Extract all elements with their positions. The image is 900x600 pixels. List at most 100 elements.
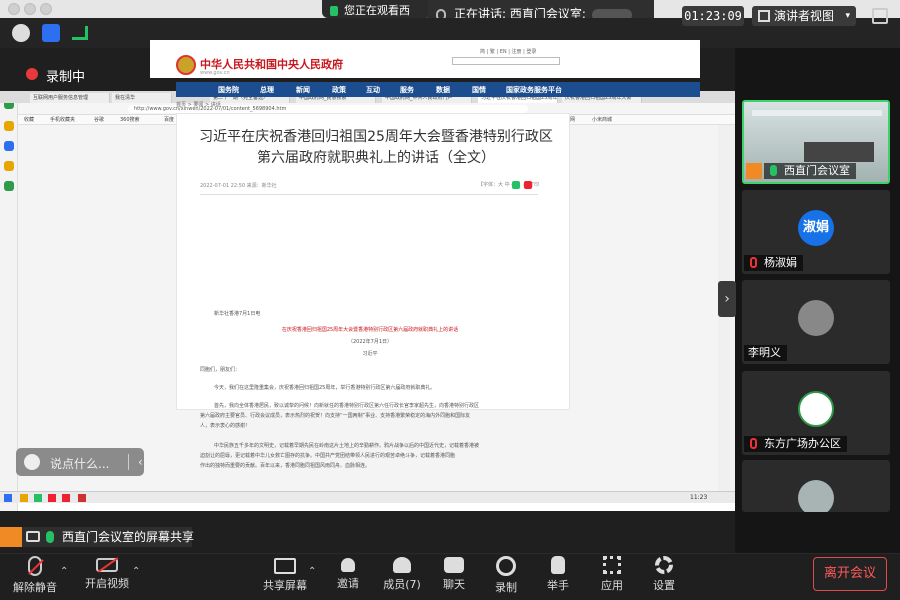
- chat-label: 聊天: [443, 578, 465, 591]
- view-mode-button[interactable]: 演讲者视图 ▾: [752, 6, 856, 26]
- chevron-up-icon[interactable]: ⌃: [308, 566, 316, 577]
- article-title: 习近平在庆祝香港回归祖国25周年大会暨香港特别行政区第六届政府就职典礼上的讲话（…: [199, 129, 553, 166]
- breadcrumb[interactable]: 首页 > 要闻 > 讲话: [176, 101, 221, 108]
- nav-item[interactable]: 国务院: [218, 85, 239, 95]
- article-paragraph: 迫割让的屈辱，更记载着中华儿女救亡图存的抗争。中国共产党团结带领人民进行的艰苦卓…: [200, 453, 456, 459]
- share-screen-button[interactable]: 共享屏幕: [262, 554, 308, 593]
- chevron-left-icon[interactable]: ‹: [138, 455, 143, 469]
- participant-name: 东方广场办公区: [764, 437, 841, 450]
- view-mode-label: 演讲者视图: [774, 9, 835, 23]
- nav-item[interactable]: 国情: [472, 85, 486, 95]
- video-off-icon: [96, 557, 119, 573]
- browser-tab[interactable]: 互联网用户服务信息管理: [30, 93, 110, 103]
- ceiling-light: [752, 110, 882, 116]
- participant-namebar: 西直门会议室: [764, 163, 856, 179]
- mic-on-icon: [46, 531, 54, 543]
- avatar: [798, 391, 834, 427]
- participant-tile[interactable]: 李明义: [742, 280, 890, 364]
- taskbar-clock: 11:23: [690, 494, 708, 501]
- comment-input[interactable]: 说点什么...: [50, 455, 109, 472]
- divider: [128, 454, 129, 470]
- nav-item[interactable]: 服务: [400, 85, 414, 95]
- bookmark-item[interactable]: 小米商城: [592, 116, 612, 123]
- folder-icon[interactable]: [20, 494, 28, 502]
- article-subtitle-date: （2022年7月1日）: [347, 339, 393, 345]
- participant-tile[interactable]: 西直门会议室: [742, 100, 890, 184]
- participant-tile[interactable]: [742, 460, 890, 512]
- participant-name: 李明义: [748, 346, 781, 359]
- browser-tab[interactable]: 我在清华: [112, 93, 172, 103]
- chevron-down-icon: ▾: [845, 11, 850, 21]
- chevron-up-icon[interactable]: ⌃: [132, 566, 140, 577]
- app-icon[interactable]: [4, 181, 14, 191]
- collapse-panel-button[interactable]: ›: [718, 281, 736, 317]
- fullscreen-icon[interactable]: [872, 8, 888, 24]
- participant-namebar: 李明义: [744, 345, 787, 361]
- site-search-input[interactable]: [452, 57, 560, 65]
- signal-strength-icon[interactable]: [72, 26, 88, 40]
- nav-item[interactable]: 总理: [260, 85, 274, 95]
- raise-hand-button[interactable]: 举手: [542, 554, 574, 593]
- site-top-links[interactable]: 简 | 繁 | EN | 注册 | 登录: [480, 48, 536, 55]
- app-icon[interactable]: [62, 494, 70, 502]
- weibo-share-icon[interactable]: [524, 181, 532, 189]
- settings-button[interactable]: 设置: [648, 554, 680, 593]
- watching-indicator: 您正在观看西: [322, 0, 432, 18]
- article-paragraph: 第六届政府主要官员、行政会议成员，表示热烈的祝贺！向支持“一国两制”事业、支持香…: [200, 413, 471, 419]
- shared-taskbar: 11:23: [0, 491, 735, 503]
- comment-box[interactable]: 说点什么... ‹: [16, 448, 144, 476]
- record-dot-icon: [26, 68, 38, 80]
- invite-button[interactable]: 邀请: [330, 554, 366, 591]
- window-zoom-button[interactable]: [40, 3, 52, 15]
- avatar: [0, 527, 22, 547]
- window-minimize-button[interactable]: [24, 3, 36, 15]
- info-icon[interactable]: [12, 24, 30, 42]
- settings-label: 设置: [653, 579, 675, 592]
- sharer-name: 西直门会议室的屏幕共享: [62, 530, 195, 544]
- start-video-button[interactable]: 开启视频: [84, 554, 130, 591]
- unmute-button[interactable]: 解除静音: [12, 554, 58, 595]
- mic-muted-icon: [750, 438, 757, 449]
- leave-meeting-button[interactable]: 离开会议: [813, 557, 887, 591]
- app-icon[interactable]: [78, 494, 86, 502]
- app-icon[interactable]: [4, 141, 14, 151]
- start-icon[interactable]: [4, 494, 12, 502]
- bookmark-item[interactable]: 手机收藏夹: [50, 116, 75, 123]
- bookmark-item[interactable]: 百度: [164, 116, 174, 123]
- security-shield-icon[interactable]: [42, 24, 60, 42]
- apps-button[interactable]: 应用: [596, 554, 628, 593]
- participant-tile[interactable]: 东方广场办公区: [742, 371, 890, 455]
- avatar: [746, 163, 762, 179]
- watching-text: 您正在观看西: [344, 4, 410, 17]
- article-paragraph: 作出的独特而重要的贡献。百年以来，香港同胞同祖国风雨同舟、血脉相连。: [200, 463, 371, 469]
- participant-namebar: 杨淑娟: [744, 255, 803, 271]
- app-icon[interactable]: [48, 494, 56, 502]
- members-button[interactable]: 成员(7): [380, 554, 424, 592]
- record-button[interactable]: 录制: [490, 554, 522, 595]
- participant-tile[interactable]: 淑娟 杨淑娟: [742, 190, 890, 274]
- bookmark-item[interactable]: 收藏: [24, 116, 34, 123]
- chat-button[interactable]: 聊天: [438, 554, 470, 592]
- window-close-button[interactable]: [8, 3, 20, 15]
- screen-share-icon: [330, 6, 338, 16]
- app-icon[interactable]: [34, 494, 42, 502]
- chevron-up-icon[interactable]: ⌃: [60, 566, 68, 577]
- app-icon[interactable]: [4, 161, 14, 171]
- apps-label: 应用: [601, 579, 623, 592]
- wechat-share-icon[interactable]: [512, 181, 520, 189]
- chat-icon: [444, 557, 464, 573]
- divider: [200, 194, 538, 195]
- emoji-icon[interactable]: [24, 454, 40, 470]
- members-icon: [393, 557, 411, 573]
- avatar: 淑娟: [798, 210, 834, 246]
- nav-item[interactable]: 数据: [436, 85, 450, 95]
- bookmark-item[interactable]: 谷歌: [94, 116, 104, 123]
- nav-item[interactable]: 政策: [332, 85, 346, 95]
- recording-indicator[interactable]: 录制中: [26, 66, 85, 85]
- nav-item[interactable]: 互动: [366, 85, 380, 95]
- star-icon[interactable]: [4, 121, 14, 131]
- nav-item[interactable]: 国家政务服务平台: [506, 85, 562, 95]
- nav-item[interactable]: 新闻: [296, 85, 310, 95]
- share-screen-icon: [274, 558, 296, 574]
- bookmark-item[interactable]: 360搜索: [120, 116, 140, 123]
